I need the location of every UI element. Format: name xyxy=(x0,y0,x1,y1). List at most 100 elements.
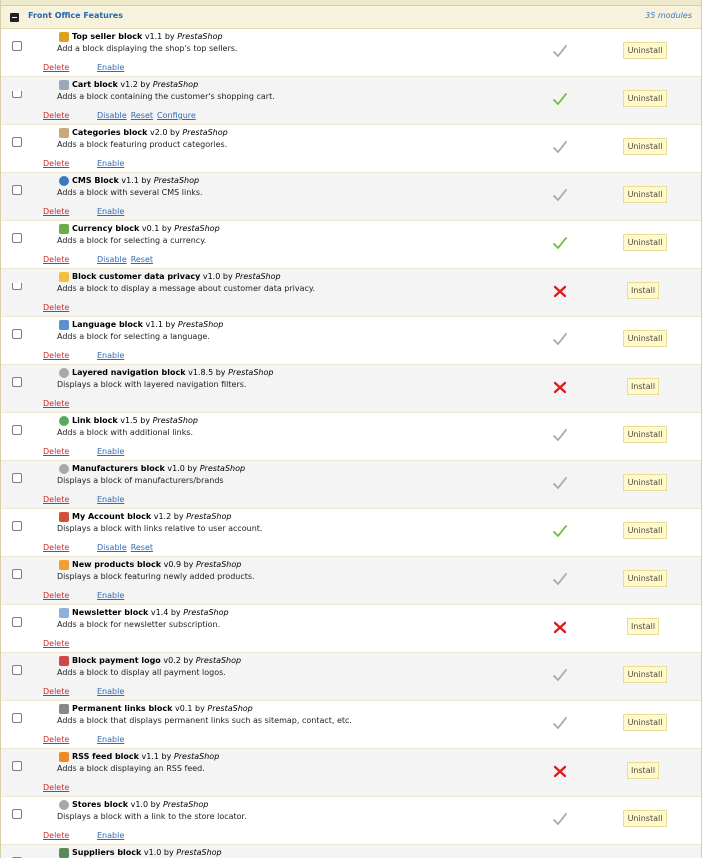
module-checkbox[interactable] xyxy=(12,233,22,243)
module-links: Delete Enable xyxy=(43,351,128,360)
delete-link[interactable]: Delete xyxy=(43,447,97,456)
install-button[interactable]: Install xyxy=(627,378,659,395)
uninstall-button[interactable]: Uninstall xyxy=(623,474,667,491)
module-by: by xyxy=(140,80,151,89)
reset-link[interactable]: Reset xyxy=(131,543,153,552)
module-description: Add a block displaying the shop's top se… xyxy=(57,44,238,53)
configure-link[interactable]: Configure xyxy=(157,111,196,120)
delete-link[interactable]: Delete xyxy=(43,687,97,696)
delete-link[interactable]: Delete xyxy=(43,495,97,504)
module-version: v1.0 xyxy=(143,848,162,857)
module-checkbox[interactable] xyxy=(12,41,22,51)
module-checkbox[interactable] xyxy=(12,185,22,195)
module-checkbox[interactable] xyxy=(12,473,22,483)
module-checkbox[interactable] xyxy=(12,425,22,435)
delete-link[interactable]: Delete xyxy=(43,399,97,408)
module-row: Block customer data privacy v1.0 by Pres… xyxy=(1,269,701,317)
module-by: by xyxy=(187,464,198,473)
uninstall-button[interactable]: Uninstall xyxy=(623,426,667,443)
enable-link[interactable]: Enable xyxy=(97,687,124,696)
reset-link[interactable]: Reset xyxy=(131,255,153,264)
delete-link[interactable]: Delete xyxy=(43,543,97,552)
module-checkbox[interactable] xyxy=(12,665,22,675)
uninstall-button[interactable]: Uninstall xyxy=(623,570,667,587)
module-checkbox[interactable] xyxy=(12,809,22,819)
module-title: My Account block v1.2 by PrestaShop xyxy=(72,512,231,521)
disable-link[interactable]: Disable xyxy=(97,543,127,552)
section-title[interactable]: Front Office Features xyxy=(28,11,123,20)
module-author: PrestaShop xyxy=(176,848,222,857)
uninstall-button[interactable]: Uninstall xyxy=(623,714,667,731)
module-by: by xyxy=(215,368,226,377)
module-description: Displays a block with links relative to … xyxy=(57,524,263,533)
install-button[interactable]: Install xyxy=(627,282,659,299)
uninstall-button[interactable]: Uninstall xyxy=(623,810,667,827)
uninstall-button[interactable]: Uninstall xyxy=(623,186,667,203)
delete-link[interactable]: Delete xyxy=(43,831,97,840)
uninstall-button[interactable]: Uninstall xyxy=(623,234,667,251)
delete-link[interactable]: Delete xyxy=(43,111,97,120)
enable-link[interactable]: Enable xyxy=(97,207,124,216)
module-title: New products block v0.9 by PrestaShop xyxy=(72,560,241,569)
uninstall-button[interactable]: Uninstall xyxy=(623,522,667,539)
module-by: by xyxy=(140,416,151,425)
section-header[interactable]: Front Office Features 35 modules xyxy=(1,6,701,29)
installed-check-icon xyxy=(553,45,567,57)
globe-icon xyxy=(59,416,69,426)
module-title: Permanent links block v0.1 by PrestaShop xyxy=(72,704,253,713)
gear-icon xyxy=(59,800,69,810)
enable-link[interactable]: Enable xyxy=(97,735,124,744)
reset-link[interactable]: Reset xyxy=(131,111,153,120)
enable-link[interactable]: Enable xyxy=(97,63,124,72)
uninstall-button[interactable]: Uninstall xyxy=(623,42,667,59)
module-checkbox[interactable] xyxy=(12,761,22,771)
module-title: Manufacturers block v1.0 by PrestaShop xyxy=(72,464,245,473)
enable-link[interactable]: Enable xyxy=(97,159,124,168)
delete-link[interactable]: Delete xyxy=(43,783,97,792)
module-checkbox[interactable] xyxy=(12,617,22,627)
module-links: Delete Enable xyxy=(43,63,128,72)
delete-link[interactable]: Delete xyxy=(43,63,97,72)
module-checkbox[interactable] xyxy=(12,377,22,387)
module-checkbox[interactable] xyxy=(12,569,22,579)
enable-link[interactable]: Enable xyxy=(97,447,124,456)
disable-link[interactable]: Disable xyxy=(97,111,127,120)
module-checkbox[interactable] xyxy=(12,283,22,290)
module-checkbox[interactable] xyxy=(12,137,22,147)
module-checkbox[interactable] xyxy=(12,91,22,98)
delete-link[interactable]: Delete xyxy=(43,159,97,168)
module-checkbox[interactable] xyxy=(12,713,22,723)
enable-link[interactable]: Enable xyxy=(97,495,124,504)
installed-check-icon xyxy=(553,93,567,105)
delete-link[interactable]: Delete xyxy=(43,351,97,360)
module-title: Suppliers block v1.0 by PrestaShop xyxy=(72,848,222,857)
enable-link[interactable]: Enable xyxy=(97,591,124,600)
module-author: PrestaShop xyxy=(235,272,281,281)
module-row: Language block v1.1 by PrestaShop Adds a … xyxy=(1,317,701,365)
module-version: v0.1 xyxy=(175,704,193,713)
disable-link[interactable]: Disable xyxy=(97,255,127,264)
enable-link[interactable]: Enable xyxy=(97,831,124,840)
module-author: PrestaShop xyxy=(195,560,242,569)
medal-icon xyxy=(59,32,69,42)
module-checkbox[interactable] xyxy=(12,521,22,531)
delete-link[interactable]: Delete xyxy=(43,735,97,744)
module-row: Newsletter block v1.4 by PrestaShop Adds … xyxy=(1,605,701,653)
collapse-icon[interactable] xyxy=(10,13,19,22)
enable-link[interactable]: Enable xyxy=(97,351,124,360)
install-button[interactable]: Install xyxy=(627,618,659,635)
uninstall-button[interactable]: Uninstall xyxy=(623,138,667,155)
uninstall-button[interactable]: Uninstall xyxy=(623,666,667,683)
install-button[interactable]: Install xyxy=(627,762,659,779)
delete-link[interactable]: Delete xyxy=(43,639,97,648)
delete-link[interactable]: Delete xyxy=(43,207,97,216)
delete-link[interactable]: Delete xyxy=(43,303,97,312)
installed-check-icon xyxy=(553,237,567,249)
module-row: Top seller block v1.1 by PrestaShop Add a… xyxy=(1,29,701,77)
uninstall-button[interactable]: Uninstall xyxy=(623,330,667,347)
module-title: Top seller block v1.1 by PrestaShop xyxy=(72,32,223,41)
module-checkbox[interactable] xyxy=(12,329,22,339)
uninstall-button[interactable]: Uninstall xyxy=(623,90,667,107)
delete-link[interactable]: Delete xyxy=(43,255,97,264)
delete-link[interactable]: Delete xyxy=(43,591,97,600)
